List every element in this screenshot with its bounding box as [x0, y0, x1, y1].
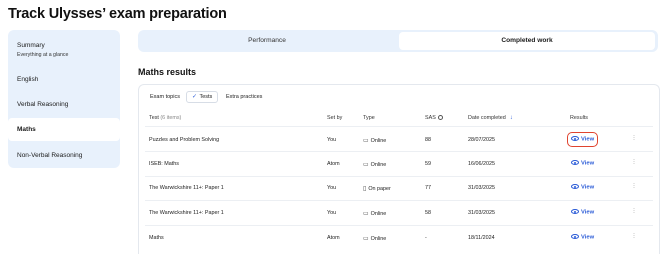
- view-button[interactable]: View: [571, 184, 594, 191]
- row-divider: [145, 151, 653, 152]
- sort-descending-icon[interactable]: ↓: [510, 115, 513, 121]
- cell-type: ▭ Online: [363, 210, 386, 217]
- sidebar-item-label: Maths: [17, 126, 36, 133]
- cell-date: 28/07/2025: [468, 137, 495, 143]
- cell-type: ▯ On paper: [363, 185, 391, 192]
- sidebar-item-label: Non-Verbal Reasoning: [17, 152, 83, 159]
- cell-date: 31/03/2025: [468, 185, 495, 191]
- more-options-icon[interactable]: · · ·: [632, 231, 636, 241]
- cell-test: Puzzles and Problem Solving: [149, 137, 220, 143]
- type-label: Online: [370, 162, 387, 168]
- info-icon[interactable]: [437, 115, 443, 120]
- tab-completed-work[interactable]: Completed work: [399, 32, 655, 50]
- more-options-icon[interactable]: · · ·: [632, 157, 636, 167]
- document-icon: ▯: [363, 186, 367, 192]
- eye-icon: [571, 209, 579, 214]
- type-label: Online: [370, 236, 387, 242]
- view-label: View: [581, 234, 595, 241]
- view-button[interactable]: View: [571, 234, 594, 241]
- cell-sas: 77: [425, 185, 431, 191]
- cell-test: The Warwickshire 11+: Paper 1: [149, 210, 224, 216]
- sidebar-item-sublabel: Everything at a glance: [17, 52, 69, 58]
- laptop-icon: ▭: [363, 162, 369, 168]
- filter-exam-topics[interactable]: Exam topics: [145, 91, 185, 103]
- cell-set-by: Atom: [327, 235, 340, 241]
- header-label: SAS: [425, 115, 436, 121]
- type-label: On paper: [368, 186, 391, 192]
- view-button[interactable]: View: [571, 160, 594, 167]
- cell-sas: 59: [425, 161, 431, 167]
- cell-set-by: You: [327, 185, 337, 191]
- cell-set-by: Atom: [327, 161, 340, 167]
- view-label: View: [581, 184, 595, 191]
- sidebar-item-maths[interactable]: Maths: [8, 118, 120, 141]
- row-divider: [145, 126, 653, 127]
- more-options-icon[interactable]: · · ·: [632, 181, 636, 191]
- eye-icon: [571, 234, 579, 239]
- filter-label: Extra practices: [226, 94, 263, 100]
- filter-tests[interactable]: ✓ Tests: [186, 91, 219, 103]
- cell-set-by: You: [327, 210, 337, 216]
- view-button[interactable]: View: [571, 209, 594, 216]
- view-label: View: [581, 209, 595, 216]
- sidebar-item-label: English: [17, 76, 39, 83]
- row-divider: [145, 176, 653, 177]
- column-header-type: Type: [363, 115, 375, 121]
- eye-icon: [571, 136, 579, 141]
- eye-icon: [571, 184, 579, 189]
- laptop-icon: ▭: [363, 236, 369, 242]
- section-title: Maths results: [138, 67, 197, 77]
- filter-label: Exam topics: [150, 94, 180, 100]
- cell-test: The Warwickshire 11+: Paper 1: [149, 185, 224, 191]
- cell-date: 31/03/2025: [468, 210, 495, 216]
- view-tabs: Performance Completed work: [138, 30, 658, 52]
- cell-sas: 88: [425, 137, 431, 143]
- more-options-icon[interactable]: · · ·: [632, 133, 636, 143]
- tab-performance[interactable]: Performance: [138, 30, 396, 52]
- sidebar-item-label: Summary: [17, 42, 45, 49]
- filter-extra-practices[interactable]: Extra practices: [221, 91, 267, 103]
- view-label: View: [581, 136, 595, 143]
- eye-icon: [571, 160, 579, 165]
- row-divider: [145, 200, 653, 201]
- page-title: Track Ulysses’ exam preparation: [8, 6, 227, 22]
- filter-label: Tests: [199, 94, 213, 100]
- view-button[interactable]: View: [566, 132, 599, 147]
- check-icon: ✓: [192, 94, 198, 100]
- cell-set-by: You: [327, 137, 337, 143]
- cell-test: ISEB: Maths: [149, 161, 179, 167]
- column-header-test: Test (6 items): [149, 115, 181, 121]
- cell-type: ▭ Online: [363, 161, 386, 168]
- sidebar-item-english[interactable]: English: [8, 76, 120, 83]
- results-panel: [138, 84, 660, 254]
- cell-date: 16/06/2025: [468, 161, 495, 167]
- cell-type: ▭ Online: [363, 137, 386, 144]
- sidebar-item-label: Verbal Reasoning: [17, 101, 69, 108]
- sidebar: Summary Everything at a glance English V…: [8, 30, 120, 168]
- sidebar-item-verbal-reasoning[interactable]: Verbal Reasoning: [8, 101, 120, 108]
- column-header-results: Results: [570, 115, 588, 121]
- header-label: Test: [149, 115, 159, 121]
- cell-sas: -: [425, 235, 427, 241]
- type-label: Online: [370, 138, 387, 144]
- column-header-sas: SAS: [425, 115, 443, 121]
- cell-sas: 58: [425, 210, 431, 216]
- column-header-date-completed[interactable]: Date completed ↓: [468, 115, 513, 121]
- cell-type: ▭ Online: [363, 235, 386, 242]
- view-label: View: [581, 160, 595, 167]
- type-label: Online: [370, 211, 387, 217]
- sidebar-item-summary[interactable]: Summary Everything at a glance: [8, 42, 120, 58]
- header-label: Date completed: [468, 115, 506, 121]
- more-options-icon[interactable]: · · ·: [632, 206, 636, 216]
- column-header-set-by: Set by: [327, 115, 343, 121]
- row-divider: [145, 225, 653, 226]
- sidebar-item-non-verbal-reasoning[interactable]: Non-Verbal Reasoning: [8, 152, 120, 159]
- laptop-icon: ▭: [363, 138, 369, 144]
- cell-date: 18/11/2024: [468, 235, 495, 241]
- laptop-icon: ▭: [363, 211, 369, 217]
- item-count: (6 items): [160, 115, 182, 121]
- cell-test: Maths: [149, 235, 164, 241]
